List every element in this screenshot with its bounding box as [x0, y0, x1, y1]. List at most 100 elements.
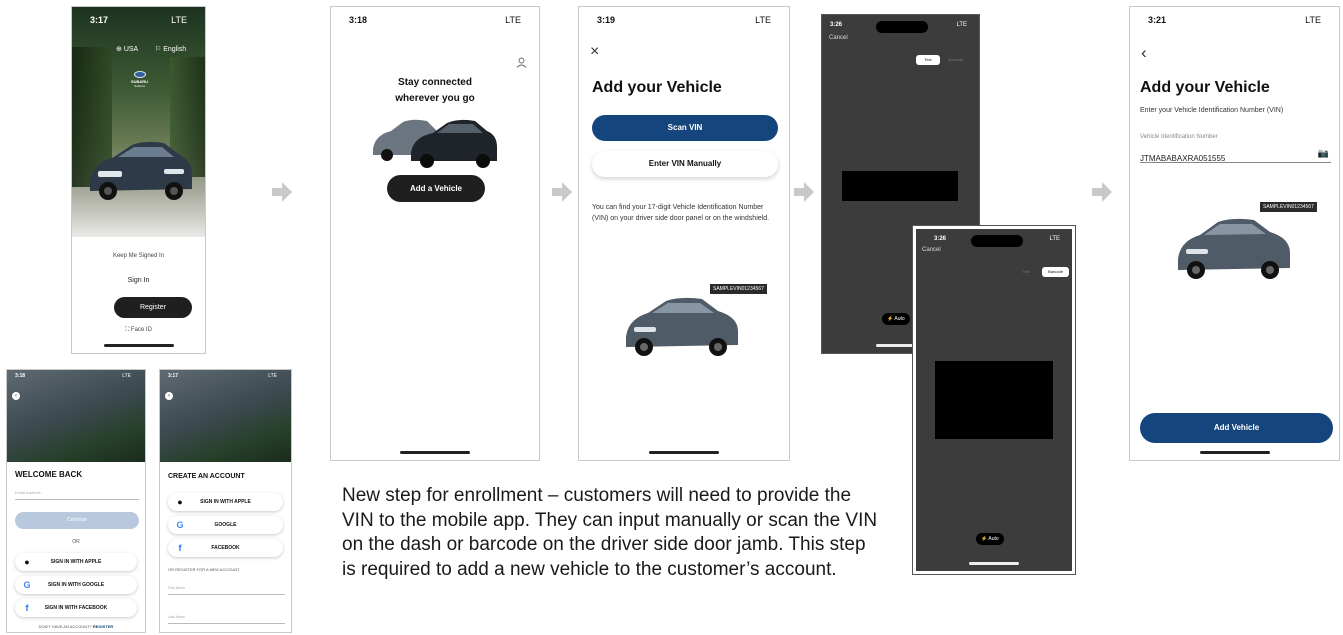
flow-arrow-2	[551, 181, 573, 203]
or-divider: OR	[72, 539, 80, 545]
globe-icon: ⊕	[116, 46, 122, 53]
auto-flash-button[interactable]: ⚡ Auto	[882, 313, 910, 325]
cancel-button[interactable]: Cancel	[829, 35, 848, 41]
translate-icon: ⚐	[155, 46, 162, 53]
flow-arrow-1	[271, 181, 293, 203]
dynamic-island	[971, 235, 1023, 247]
mode-barcode-option[interactable]: Barcode	[1042, 267, 1069, 277]
face-id-button[interactable]: ⛶ Face ID	[72, 327, 205, 334]
last-name-input[interactable]: Last Name	[168, 615, 285, 624]
mode-barcode-option[interactable]: Barcode	[944, 55, 968, 65]
email-input[interactable]: Email Address	[15, 490, 139, 500]
sign-in-link[interactable]: Sign In	[72, 277, 205, 284]
register-link[interactable]: REGISTER	[93, 624, 113, 629]
status-time: 3:18	[349, 15, 368, 25]
google-label: SIGN IN WITH GOOGLE	[47, 582, 105, 588]
register-prompt: DON'T HAVE AN ACCOUNT? REGISTER	[7, 624, 145, 629]
or-register-text: OR REGISTER FOR A NEW ACCOUNT	[168, 567, 240, 572]
scan-viewfinder	[842, 171, 958, 201]
status-time: 3:26	[934, 236, 947, 242]
status-time: 3:26	[830, 22, 843, 28]
apple-label: SIGN IN WITH APPLE	[200, 499, 251, 505]
close-icon[interactable]: ×	[590, 43, 599, 61]
status-bar: 3:17 LTE	[72, 7, 205, 33]
scan-vin-button[interactable]: Scan VIN	[592, 115, 778, 141]
hero-car	[90, 141, 192, 200]
status-time: 3:17	[168, 373, 179, 379]
auto-flash-button[interactable]: ⚡ Auto	[976, 533, 1004, 545]
face-id-label: Face ID	[130, 327, 152, 333]
back-icon[interactable]: ‹	[12, 392, 20, 400]
scan-viewfinder	[935, 361, 1053, 439]
status-bar: 3:21 LTE	[1130, 7, 1339, 33]
apple-sign-in-button[interactable]: ● SIGN IN WITH APPLE	[168, 493, 283, 511]
camera-icon[interactable]: 📷	[1318, 148, 1329, 159]
first-name-input[interactable]: First Name	[168, 586, 285, 595]
google-icon: G	[23, 580, 31, 590]
status-carrier: LTE	[171, 15, 187, 25]
add-vehicle-button[interactable]: Add a Vehicle	[387, 175, 485, 202]
mode-text-option[interactable]: Text	[916, 55, 940, 65]
face-id-icon: ⛶	[125, 327, 130, 333]
vin-input-value: JTMABABAXRA051555	[1140, 154, 1226, 163]
register-question: DON'T HAVE AN ACCOUNT?	[38, 624, 92, 629]
flow-arrow-4	[1091, 181, 1113, 203]
cancel-button[interactable]: Cancel	[922, 247, 941, 253]
manual-vin-screen: 3:21 LTE ‹ Add your Vehicle Enter your V…	[1129, 6, 1340, 461]
page-subtitle: Enter your Vehicle Identification Number…	[1140, 107, 1284, 114]
status-time: 3:21	[1148, 15, 1167, 25]
enrollment-caption: New step for enrollment – customers will…	[342, 485, 878, 580]
profile-icon[interactable]	[516, 55, 527, 68]
dynamic-island	[876, 21, 928, 33]
continue-button[interactable]: Continue	[15, 512, 139, 529]
facebook-sign-in-button[interactable]: f SIGN IN WITH FACEBOOK	[15, 599, 137, 617]
welcome-title: WELCOME BACK	[15, 470, 83, 479]
apple-sign-in-button[interactable]: ● SIGN IN WITH APPLE	[15, 553, 137, 571]
status-time: 3:17	[90, 15, 109, 25]
vehicle-image	[1178, 218, 1290, 279]
google-sign-in-button[interactable]: G SIGN IN WITH GOOGLE	[15, 576, 137, 594]
home-indicator	[649, 451, 719, 454]
enter-vin-manually-button[interactable]: Enter VIN Manually	[592, 151, 778, 177]
status-carrier: LTE	[268, 373, 277, 379]
status-carrier: LTE	[505, 15, 521, 25]
add-vehicle-submit-button[interactable]: Add Vehicle	[1140, 413, 1333, 443]
page-title: Add your Vehicle	[592, 79, 722, 96]
keep-signed-in[interactable]: Keep Me Signed In	[72, 253, 205, 259]
status-carrier: LTE	[1305, 15, 1321, 25]
region-selector[interactable]: ⊕ USA	[116, 45, 138, 53]
status-carrier: LTE	[122, 373, 131, 379]
home-indicator	[103, 344, 174, 347]
status-bar: 3:19 LTE	[579, 7, 789, 33]
register-button[interactable]: Register	[114, 297, 192, 318]
mode-toggle: Text Barcode	[1014, 267, 1070, 277]
google-sign-in-button[interactable]: G GOOGLE	[168, 516, 283, 534]
apple-icon: ●	[24, 557, 30, 567]
welcome-back-screen: 3:18 LTE ‹ WELCOME BACK Email Address Co…	[6, 369, 146, 633]
home-indicator	[969, 562, 1019, 565]
stay-connected-screen: 3:18 LTE Stay connected wherever you go …	[330, 6, 540, 461]
status-time: 3:19	[597, 15, 616, 25]
header-photo	[7, 370, 145, 462]
auto-label: Auto	[988, 536, 999, 542]
vin-input[interactable]: JTMABABAXRA051555 📷	[1140, 148, 1331, 163]
create-account-screen: 3:17 LTE ‹ CREATE AN ACCOUNT ● SIGN IN W…	[159, 369, 292, 633]
status-bar: 3:18 LTE	[331, 7, 539, 33]
mode-text-option[interactable]: Text	[1014, 267, 1038, 277]
language-selector[interactable]: ⚐ English	[155, 45, 186, 53]
mode-toggle: Text Barcode	[916, 55, 970, 65]
flow-arrow-3	[793, 181, 815, 203]
flash-icon: ⚡	[981, 536, 988, 542]
back-icon[interactable]: ‹	[1141, 43, 1147, 63]
scan-barcode-screen: 3:26 LTE Cancel Text Barcode ⚡ Auto	[912, 225, 1076, 575]
facebook-sign-in-button[interactable]: f FACEBOOK	[168, 539, 283, 557]
vehicle-image	[626, 297, 738, 356]
back-icon[interactable]: ‹	[165, 392, 173, 400]
status-bar: 3:26 LTE	[822, 19, 979, 33]
status-carrier: LTE	[956, 22, 967, 28]
google-icon: G	[176, 520, 184, 530]
language-label: English	[163, 46, 187, 53]
header-photo	[160, 370, 291, 462]
brand-logo: SUBARU Solterra	[127, 71, 152, 88]
apple-icon: ●	[177, 497, 183, 507]
